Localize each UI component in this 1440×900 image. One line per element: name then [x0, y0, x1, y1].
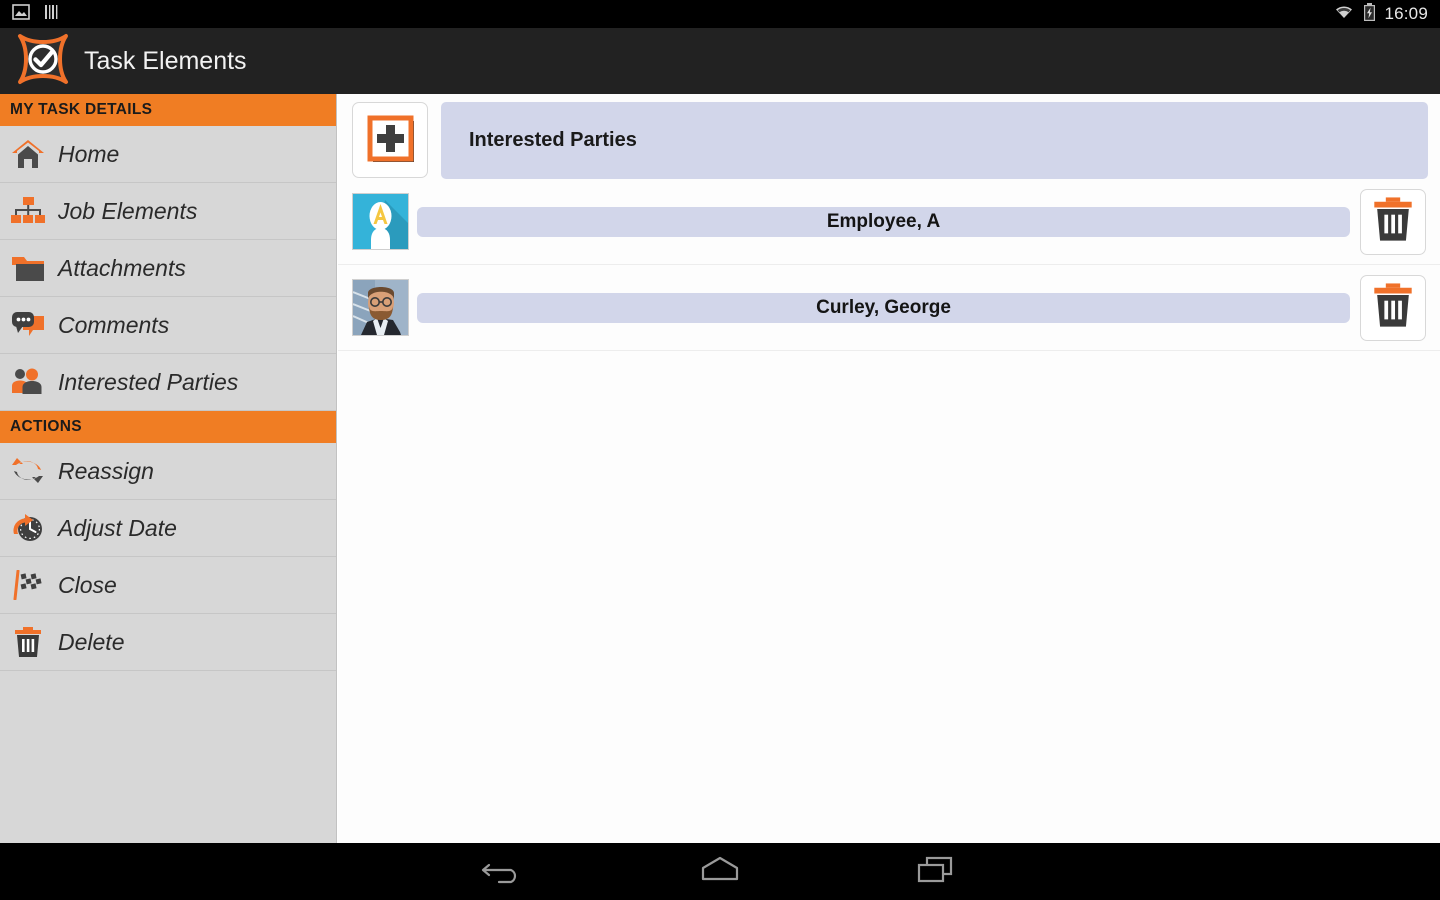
table-row[interactable]: Curley, George — [338, 265, 1440, 351]
sidebar-item-attachments[interactable]: Attachments — [0, 240, 336, 297]
recents-squares-icon — [913, 854, 959, 889]
avatar[interactable] — [352, 193, 409, 250]
app-body: MY TASK DETAILS Home Job Elements Attach… — [0, 94, 1440, 843]
sidebar-item-home[interactable]: Home — [0, 126, 336, 183]
app-title: Task Elements — [84, 46, 247, 75]
sidebar-item-label: Job Elements — [58, 197, 198, 224]
checkered-flag-icon — [8, 565, 48, 605]
people-icon — [8, 362, 48, 402]
status-bar-right-icons: 16:09 — [1333, 2, 1428, 26]
delete-party-button[interactable] — [1360, 274, 1426, 341]
sidebar-item-label: Adjust Date — [58, 514, 177, 541]
sidebar-item-label: Home — [58, 140, 120, 167]
home-button[interactable] — [684, 847, 756, 897]
page-title: Interested Parties — [469, 129, 637, 151]
recents-button[interactable] — [900, 847, 972, 897]
sidebar-item-interested-parties[interactable]: Interested Parties — [0, 354, 336, 411]
sidebar: MY TASK DETAILS Home Job Elements Attach… — [0, 94, 337, 843]
party-name: Curley, George — [816, 296, 951, 318]
task-elements-logo[interactable] — [16, 32, 70, 91]
sidebar-item-label: Delete — [58, 628, 125, 655]
sidebar-item-label: Attachments — [58, 254, 186, 281]
delete-party-button[interactable] — [1360, 188, 1426, 255]
barcode-icon — [44, 4, 60, 25]
home-pentagon-icon — [697, 854, 743, 889]
trash-icon — [1371, 282, 1415, 333]
speech-bubble-icon — [8, 305, 48, 345]
add-plus-icon — [362, 110, 418, 171]
back-button[interactable] — [468, 847, 540, 897]
party-name: Employee, A — [826, 210, 941, 232]
folder-icon — [8, 248, 48, 288]
home-icon — [8, 134, 48, 174]
sidebar-item-label: Close — [58, 571, 117, 598]
sidebar-item-label: Reassign — [58, 457, 154, 484]
sidebar-item-comments[interactable]: Comments — [0, 297, 336, 354]
content-header-bar: Interested Parties — [441, 102, 1428, 179]
trash-icon — [1371, 196, 1415, 247]
content-header: Interested Parties — [338, 94, 1440, 179]
hierarchy-icon — [8, 191, 48, 231]
sidebar-item-job-elements[interactable]: Job Elements — [0, 183, 336, 240]
image-icon — [12, 3, 30, 25]
reassign-arrows-icon — [8, 451, 48, 491]
sidebar-item-close[interactable]: Close — [0, 557, 336, 614]
table-row[interactable]: Employee, A — [338, 179, 1440, 265]
avatar[interactable] — [352, 279, 409, 336]
back-arrow-icon — [481, 854, 527, 889]
sidebar-item-label: Comments — [58, 311, 170, 338]
sidebar-item-label: Interested Parties — [58, 368, 239, 395]
sidebar-section-my-task-details: MY TASK DETAILS — [0, 94, 336, 126]
sidebar-section-actions: ACTIONS — [0, 411, 336, 443]
android-screen: 16:09 Task Elements MY TASK DETAILS Home… — [0, 0, 1440, 900]
sidebar-item-delete[interactable]: Delete — [0, 614, 336, 671]
add-interested-party-button[interactable] — [352, 102, 428, 178]
clock-arrow-icon — [8, 508, 48, 548]
wifi-icon — [1333, 4, 1355, 25]
trash-icon — [8, 622, 48, 662]
party-name-bar: Curley, George — [417, 292, 1350, 323]
battery-charging-icon — [1363, 2, 1376, 26]
sidebar-item-adjust-date[interactable]: Adjust Date — [0, 500, 336, 557]
status-bar: 16:09 — [0, 0, 1440, 28]
status-bar-clock: 16:09 — [1384, 4, 1428, 23]
status-bar-left-icons — [12, 3, 60, 25]
android-nav-bar — [0, 843, 1440, 900]
sidebar-item-reassign[interactable]: Reassign — [0, 443, 336, 500]
action-bar: Task Elements — [0, 28, 1440, 94]
party-name-bar: Employee, A — [417, 206, 1350, 237]
content-panel: Interested Parties Employee, A Curley, G… — [338, 94, 1440, 843]
